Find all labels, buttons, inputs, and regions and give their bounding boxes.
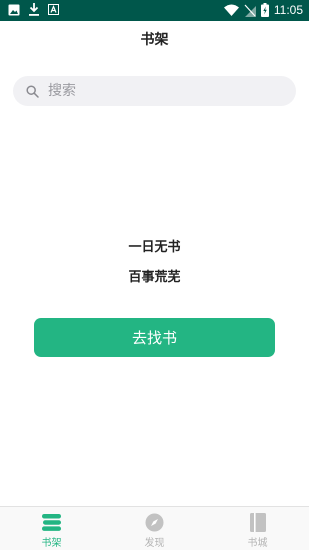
tab-label: 书城 (247, 538, 268, 549)
download-icon (28, 3, 40, 16)
find-books-button[interactable]: 去找书 (34, 318, 275, 357)
search-bar[interactable] (13, 76, 296, 106)
search-input[interactable] (48, 77, 278, 105)
tab-label: 发现 (144, 538, 165, 549)
empty-state-line-2: 百事荒芜 (128, 270, 181, 285)
tab-bookshelf[interactable]: 书架 (0, 507, 103, 550)
status-time: 11:05 (273, 3, 303, 17)
tab-discover[interactable]: 发现 (103, 507, 206, 550)
no-sim-icon (244, 4, 256, 17)
search-icon (26, 84, 39, 98)
book-icon (249, 512, 266, 532)
header: 书架 (0, 21, 309, 57)
tab-label: 书架 (41, 538, 62, 549)
bookshelf-icon (41, 512, 62, 532)
bottom-tab-bar: 书架 发现 书城 (0, 506, 309, 550)
compass-icon (145, 512, 164, 532)
page-title: 书架 (140, 32, 169, 48)
tab-bookstore[interactable]: 书城 (206, 507, 309, 550)
status-bar: 11:05 (0, 0, 309, 21)
empty-state-line-1: 一日无书 (128, 240, 181, 255)
app-a-icon (48, 4, 59, 15)
battery-charging-icon (260, 3, 269, 17)
image-icon (8, 4, 20, 16)
wifi-icon (223, 4, 239, 16)
